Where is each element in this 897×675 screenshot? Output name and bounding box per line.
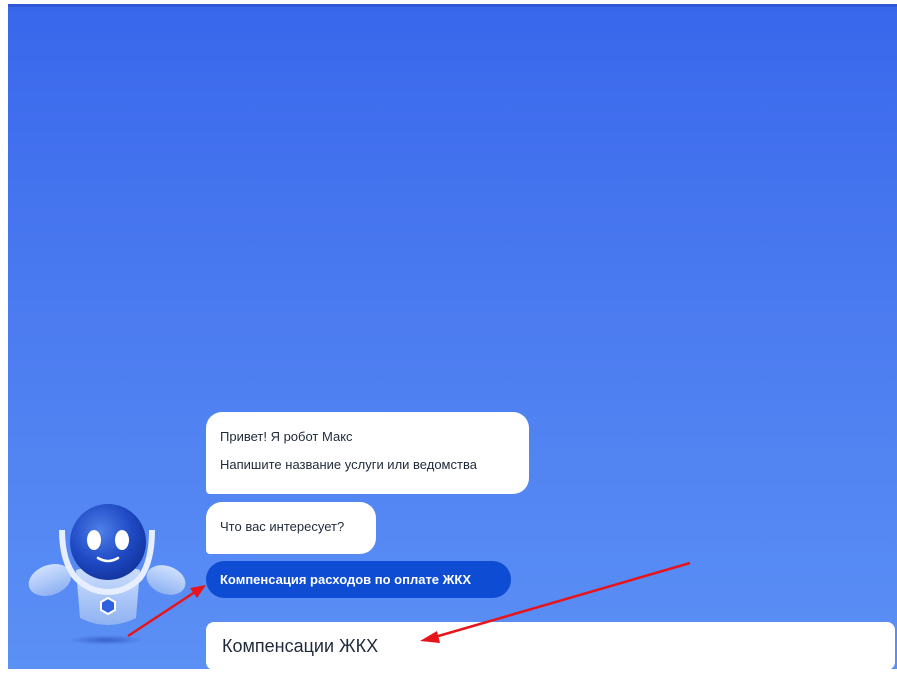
suggestion-chip-housing-compensation[interactable]: Компенсация расходов по оплате ЖКХ (206, 561, 511, 598)
bot-greeting-bubble: Привет! Я робот Макс Напишите название у… (206, 412, 529, 494)
greeting-hint-text: Напишите название услуги или ведомства (220, 457, 477, 472)
page-frame: Привет! Я робот Макс Напишите название у… (0, 0, 897, 675)
chat-input[interactable] (222, 622, 879, 669)
question-text: Что вас интересует? (220, 519, 345, 534)
robot-max-icon (28, 504, 186, 645)
bot-question-bubble: Что вас интересует? (206, 502, 376, 554)
chat-input-container[interactable] (206, 622, 895, 669)
chat-panel: Привет! Я робот Макс Напишите название у… (8, 7, 897, 669)
greeting-text: Привет! Я робот Макс (220, 429, 353, 444)
